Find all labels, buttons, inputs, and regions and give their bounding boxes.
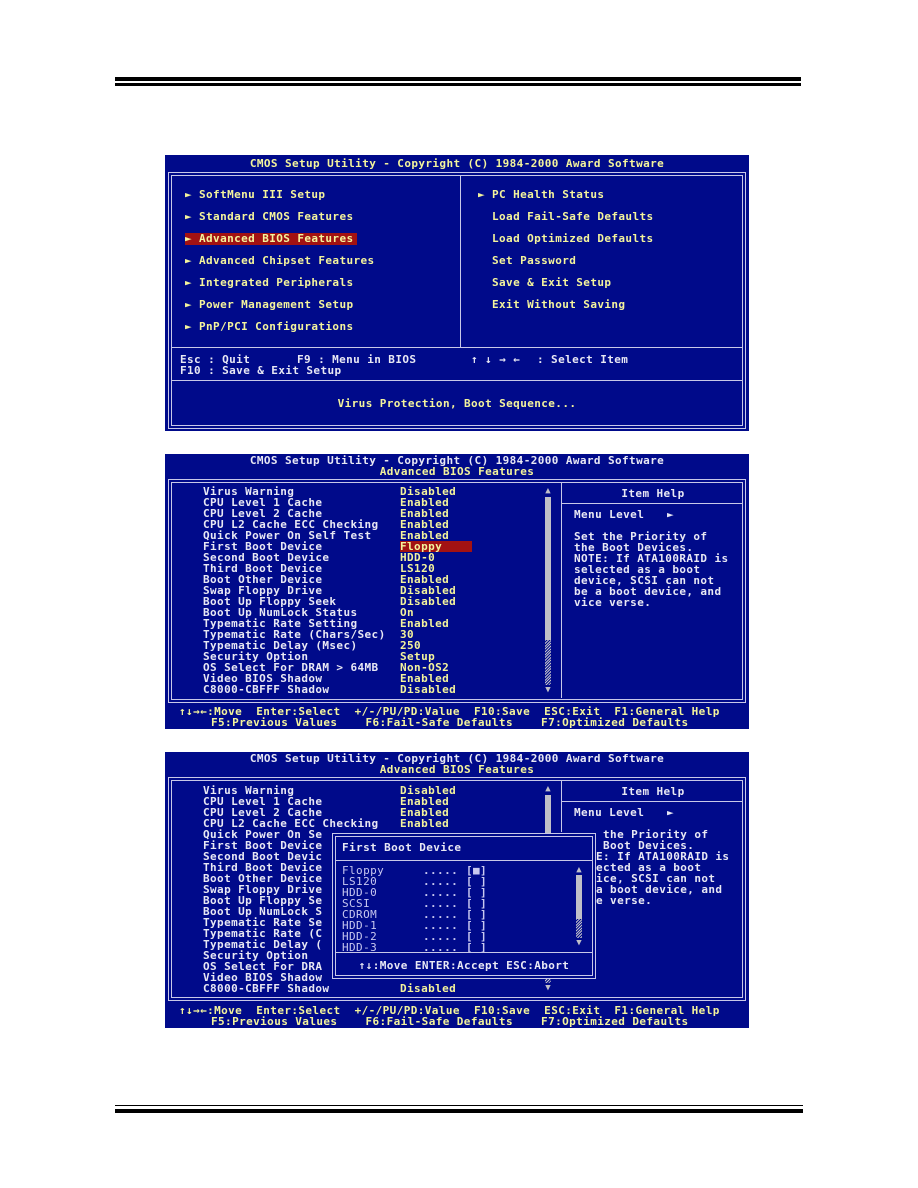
popup-title-divider — [336, 860, 592, 861]
menu-item[interactable]: Load Optimized Defaults — [478, 233, 657, 245]
popup-scroll-down-icon[interactable]: ▼ — [574, 939, 584, 948]
help-divider — [561, 482, 562, 698]
screen-title: CMOS Setup Utility - Copyright (C) 1984-… — [249, 157, 665, 170]
setting-value[interactable]: Enabled — [400, 818, 449, 829]
menu-item-label: Advanced Chipset Features — [199, 254, 375, 267]
popup-footer-divider — [336, 952, 592, 953]
footer-keys-line2: F5:Previous Values F6:Fail-Safe Defaults… — [211, 716, 689, 729]
footer-rule — [115, 1105, 803, 1113]
menu-item[interactable]: ► Integrated Peripherals — [185, 277, 357, 289]
first-boot-device-popup: First Boot Device Floppy..... [■] LS120...… — [332, 833, 596, 979]
help-title-divider — [562, 801, 743, 802]
menu-item[interactable]: ► Advanced Chipset Features — [185, 255, 378, 267]
menu-arrow-icon: ► — [185, 298, 193, 311]
menu-item[interactable]: ► SoftMenu III Setup — [185, 189, 328, 201]
scroll-up-arrow-icon[interactable]: ▲ — [543, 487, 553, 496]
menu-item-label: Load Optimized Defaults — [492, 232, 654, 245]
menu-item-label: Set Password — [492, 254, 577, 267]
menu-level-arrow-icon: ► — [667, 806, 675, 819]
popup-footer-keys: ↑↓:Move ENTER:Accept ESC:Abort — [358, 959, 570, 972]
menu-level-label: Menu Level — [574, 806, 645, 819]
menu-item[interactable]: Set Password — [478, 255, 579, 267]
scroll-down-arrow-icon[interactable]: ▼ — [543, 686, 553, 695]
screen-subtitle: Advanced BIOS Features — [379, 465, 535, 478]
popup-scrollbar-thumb[interactable] — [576, 875, 582, 919]
menu-arrow-icon — [478, 277, 492, 288]
footer-keys-line2: F5:Previous Values F6:Fail-Safe Defaults… — [211, 1015, 689, 1028]
setting-value[interactable]: Disabled — [400, 983, 456, 994]
menu-item[interactable]: ► PC Health Status — [478, 189, 607, 201]
menu-item[interactable]: ► PnP/PCI Configurations — [185, 321, 357, 333]
menu-arrow-icon — [478, 233, 492, 244]
menu-item[interactable]: ► Standard CMOS Features — [185, 211, 357, 223]
menu-level-label: Menu Level — [574, 508, 645, 521]
menu-item-label: SoftMenu III Setup — [199, 188, 326, 201]
key-select: : Select Item — [537, 353, 629, 366]
popup-scrollbar[interactable]: ▲ ▼ — [576, 866, 582, 948]
item-help-title: Item Help — [621, 487, 685, 500]
menu-item[interactable]: Exit Without Saving — [478, 299, 628, 311]
menu-item-label: Load Fail-Safe Defaults — [492, 210, 654, 223]
popup-scroll-up-icon[interactable]: ▲ — [574, 866, 584, 875]
screen-subtitle: Advanced BIOS Features — [379, 763, 535, 776]
menu-item-label: Integrated Peripherals — [199, 276, 354, 289]
item-help-title: Item Help — [621, 785, 685, 798]
menu-arrow-icon: ► — [185, 320, 193, 333]
setting-label: C8000-CBFFF Shadow — [203, 982, 330, 995]
menu-item-label: Advanced BIOS Features — [199, 232, 354, 245]
menu-arrow-icon: ► — [185, 276, 193, 289]
menu-item[interactable]: ► Advanced BIOS Features — [185, 233, 357, 245]
scrollbar-track[interactable] — [545, 640, 551, 685]
help-line: vice verse. — [574, 596, 652, 609]
setting-value[interactable]: Disabled — [400, 684, 456, 695]
menu-arrow-icon: ► — [185, 254, 193, 267]
menu-arrow-icon: ► — [185, 210, 193, 223]
help-title-divider — [562, 503, 743, 504]
key-arrows: ↑ ↓ → ← — [471, 353, 521, 366]
status-description: Virus Protection, Boot Sequence... — [337, 397, 577, 410]
first-boot-device-popup-screen: CMOS Setup Utility - Copyright (C) 1984-… — [165, 752, 749, 1028]
scrollbar[interactable]: ▲ ▼ — [545, 487, 551, 695]
menu-item[interactable]: Save & Exit Setup — [478, 277, 614, 289]
menu-item[interactable]: ► Power Management Setup — [185, 299, 357, 311]
scrollbar-thumb[interactable] — [545, 497, 551, 640]
header-rule — [115, 77, 801, 86]
menu-arrow-icon: ► — [478, 188, 486, 201]
menu-arrow-icon — [478, 211, 492, 222]
bios-main-menu-screen: CMOS Setup Utility - Copyright (C) 1984-… — [165, 155, 749, 431]
scroll-down-arrow-icon[interactable]: ▼ — [543, 984, 553, 993]
menu-item-label: PC Health Status — [492, 188, 605, 201]
divider — [171, 347, 742, 348]
popup-title: First Boot Device — [342, 841, 462, 854]
column-divider — [460, 175, 461, 347]
setting-label: C8000-CBFFF Shadow — [203, 683, 330, 696]
menu-item-label: Save & Exit Setup — [492, 276, 612, 289]
menu-item[interactable]: Load Fail-Safe Defaults — [478, 211, 657, 223]
menu-item-label: Exit Without Saving — [492, 298, 626, 311]
menu-arrow-icon — [478, 299, 492, 310]
menu-item-label: PnP/PCI Configurations — [199, 320, 354, 333]
scroll-up-arrow-icon[interactable]: ▲ — [543, 785, 553, 794]
menu-arrow-icon: ► — [185, 232, 193, 245]
menu-item-label: Power Management Setup — [199, 298, 354, 311]
menu-arrow-icon — [478, 255, 492, 266]
help-line: e verse. — [596, 894, 653, 907]
divider — [171, 380, 742, 381]
popup-scrollbar-track[interactable] — [576, 919, 582, 938]
menu-item-label: Standard CMOS Features — [199, 210, 354, 223]
key-f10: F10 : Save & Exit Setup — [180, 364, 342, 377]
menu-arrow-icon: ► — [185, 188, 193, 201]
advanced-bios-features-screen: CMOS Setup Utility - Copyright (C) 1984-… — [165, 454, 749, 729]
menu-level-arrow-icon: ► — [667, 508, 675, 521]
